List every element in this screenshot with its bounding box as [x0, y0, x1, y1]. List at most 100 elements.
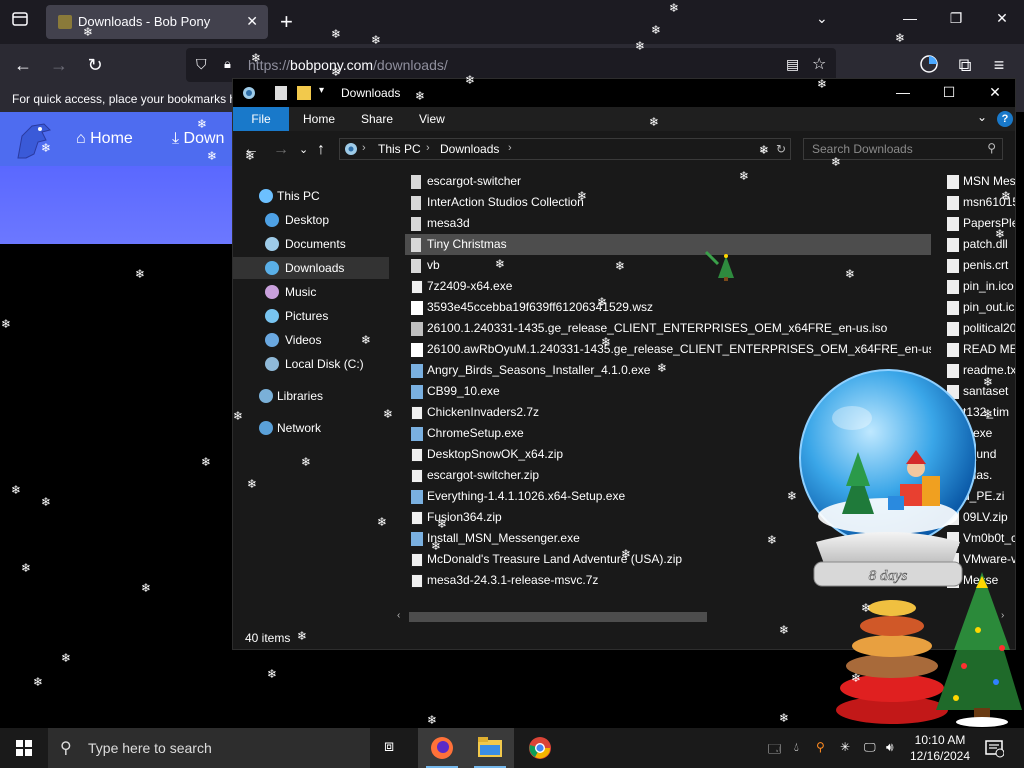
explorer-forward-icon[interactable]: →	[273, 141, 289, 159]
menu-icon[interactable]: ≡	[988, 54, 1010, 76]
notifications-icon[interactable]	[984, 738, 1004, 758]
close-tab-icon[interactable]: ✕	[246, 13, 258, 30]
file-row[interactable]: mesa3d	[405, 213, 931, 234]
explorer-maximize-icon[interactable]: ☐	[939, 84, 959, 102]
reload-icon[interactable]: ↻	[84, 54, 106, 76]
taskbar-chrome[interactable]	[516, 728, 564, 768]
file-row[interactable]: penis.crt	[945, 255, 1015, 276]
nav-label: This PC	[277, 189, 320, 203]
file-row[interactable]: escargot-switcher	[405, 171, 931, 192]
properties-icon[interactable]	[275, 86, 287, 100]
music-icon	[265, 285, 279, 299]
ribbon-file-tab[interactable]: File	[233, 107, 289, 131]
bob-pony-logo-icon[interactable]	[12, 118, 58, 162]
url-bar[interactable]: ⛉ 🔒︎ https://bobpony.com/downloads/ ▤ ☆	[186, 48, 836, 82]
tray-snow-icon[interactable]: ✳	[840, 740, 850, 754]
explorer-close-icon[interactable]: ✕	[985, 84, 1005, 102]
site-nav-home[interactable]: ⌂ Home	[76, 130, 133, 148]
file-row[interactable]: pin_out.ic	[945, 297, 1015, 318]
nav-item-network[interactable]: Network	[233, 417, 389, 439]
nav-item-pictures[interactable]: Pictures	[233, 305, 389, 327]
network-icon[interactable]: 🖵︎	[864, 740, 876, 755]
download-icon: ⤓	[172, 130, 184, 147]
scrollbar-thumb[interactable]	[409, 612, 707, 622]
system-clock[interactable]: 10:10 AM 12/16/2024	[906, 732, 974, 764]
file-name: READ ME.	[963, 342, 1015, 356]
chevron-down-icon[interactable]: ⌄	[816, 10, 828, 27]
lock-icon[interactable]: 🔒︎	[224, 56, 231, 72]
help-icon[interactable]: ?	[997, 111, 1013, 127]
nav-item-local-disk[interactable]: Local Disk (C:)	[233, 353, 389, 375]
nav-item-desktop[interactable]: Desktop	[233, 209, 389, 231]
nav-item-downloads[interactable]: Downloads	[233, 257, 389, 279]
tray-search-icon[interactable]: ⚲	[816, 740, 825, 754]
tray-drop-icon[interactable]: 💧︎	[794, 740, 799, 755]
taskbar-firefox[interactable]	[418, 728, 466, 768]
up-folder-icon[interactable]: ↑	[317, 141, 325, 159]
nav-label: Documents	[285, 237, 346, 251]
shield-icon[interactable]: ⛉	[196, 56, 207, 73]
file-row[interactable]: 3593e45ccebba19f639ff61206341529.wsz	[405, 297, 931, 318]
taskbar-search-box[interactable]: ⚲ Type here to search	[48, 728, 370, 768]
snowflake-icon: ❄	[330, 27, 342, 41]
snowflake-icon: ❄	[134, 267, 146, 281]
file-type-icon	[411, 490, 423, 504]
scroll-left-icon[interactable]: ‹	[397, 610, 400, 621]
file-row[interactable]: 26100.1.240331-1435.ge_release_CLIENT_EN…	[405, 318, 931, 339]
file-row[interactable]: pin_in.ico	[945, 276, 1015, 297]
breadcrumb-separator[interactable]: ›	[362, 142, 366, 154]
minimize-icon[interactable]: —	[900, 10, 920, 30]
address-bar[interactable]: › This PC › Downloads › ⌄ ↻	[339, 138, 791, 160]
snowflake-icon: ❄	[650, 23, 662, 37]
file-row[interactable]: READ ME.	[945, 339, 1015, 360]
breadcrumb-separator[interactable]: ›	[508, 142, 512, 154]
task-view-button[interactable]: ⧈	[370, 728, 418, 768]
ribbon-view-tab[interactable]: View	[419, 112, 445, 126]
file-row[interactable]: political20	[945, 318, 1015, 339]
ribbon-expand-icon[interactable]: ⌄	[977, 110, 987, 124]
browser-tab-active[interactable]: Downloads - Bob Pony ✕	[46, 5, 268, 39]
taskbar: ⚲ Type here to search ⧈ 🗔︎ 💧︎ ⚲ ✳ 🖵︎ 🔊︎ …	[0, 728, 1024, 768]
nav-label: Videos	[285, 333, 322, 347]
reader-view-icon[interactable]: ▤	[786, 56, 799, 73]
file-row[interactable]: Tiny Christmas	[405, 234, 931, 255]
site-nav-home-label: Home	[90, 130, 133, 147]
close-window-icon[interactable]: ✕	[992, 10, 1012, 30]
snowflake-icon: ❄	[738, 169, 750, 183]
new-tab-icon[interactable]: +	[280, 10, 293, 34]
firefox-account-icon[interactable]	[918, 54, 940, 76]
nav-item-documents[interactable]: Documents	[233, 233, 389, 255]
breadcrumb-this-pc[interactable]: This PC	[378, 142, 421, 156]
back-icon[interactable]: ←	[12, 54, 34, 76]
ribbon-share-tab[interactable]: Share	[361, 112, 393, 126]
forward-icon[interactable]: →	[48, 54, 70, 76]
refresh-icon[interactable]: ↻	[776, 142, 786, 156]
restore-icon[interactable]: ❐	[946, 10, 966, 30]
snowflake-icon: ❄	[778, 711, 790, 725]
snowflake-icon: ❄	[250, 51, 262, 65]
tray-app-icon[interactable]: 🗔︎	[768, 740, 781, 761]
videos-icon	[265, 333, 279, 347]
start-button[interactable]	[0, 728, 48, 768]
recent-locations-icon[interactable]: ⌄	[299, 143, 308, 156]
volume-icon[interactable]: 🔊︎	[886, 740, 894, 755]
taskbar-file-explorer[interactable]	[466, 728, 514, 768]
snowflake-icon: ❄	[600, 335, 612, 349]
nav-item-libraries[interactable]: Libraries	[233, 385, 389, 407]
customize-qat-icon[interactable]: ▾	[319, 85, 324, 96]
file-type-icon	[411, 448, 423, 462]
search-icon: ⚲	[987, 141, 996, 155]
nav-item-this-pc[interactable]: This PC	[233, 185, 389, 207]
breadcrumb-downloads[interactable]: Downloads	[440, 142, 499, 156]
extensions-icon[interactable]: ⧉	[954, 54, 976, 76]
bookmark-star-icon[interactable]: ☆	[812, 54, 826, 74]
breadcrumb-separator[interactable]: ›	[426, 142, 430, 154]
explorer-minimize-icon[interactable]: —	[893, 84, 913, 102]
file-row[interactable]: 26100.awRbOyuM.1.240331-1435.ge_release_…	[405, 339, 931, 360]
new-folder-icon[interactable]	[297, 86, 311, 100]
file-row[interactable]: InterAction Studios Collection	[405, 192, 931, 213]
list-all-tabs-icon[interactable]	[8, 10, 32, 34]
nav-item-music[interactable]: Music	[233, 281, 389, 303]
ribbon-home-tab[interactable]: Home	[303, 112, 335, 126]
site-nav-downloads[interactable]: ⤓ Down	[172, 130, 224, 148]
